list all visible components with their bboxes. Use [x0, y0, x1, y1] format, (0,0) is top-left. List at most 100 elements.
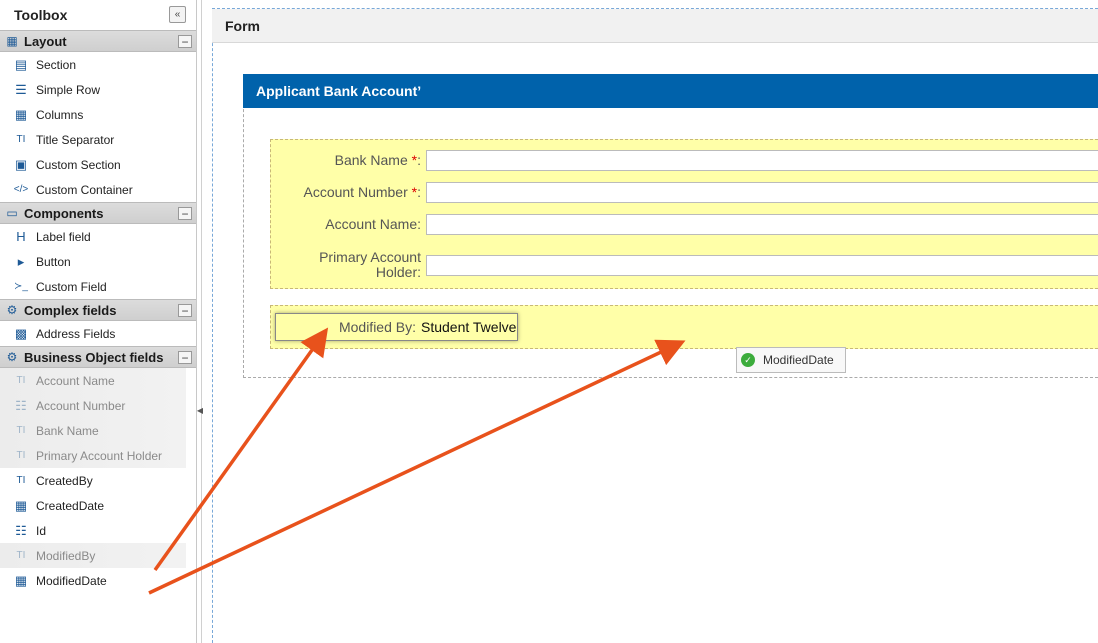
modified-by-field[interactable]: Modified By: Student Twelve [275, 313, 518, 341]
toolbox-item-label: ModifiedDate [36, 573, 107, 588]
toolbox-item-account-name[interactable]: TI Account Name [0, 368, 186, 393]
group-label: Business Object fields [24, 349, 164, 365]
heading-icon: H [16, 229, 26, 244]
toolbox-item-label: Account Name [36, 373, 115, 388]
section-title-bar[interactable]: Applicant Bank Account’ [243, 74, 1098, 108]
toolbox-item-label: Account Number [36, 398, 126, 413]
group-header-layout[interactable]: ▦ Layout − [0, 30, 196, 52]
text-icon: TI [16, 425, 26, 436]
toolbox-header: Toolbox « [0, 0, 196, 30]
toolbox-item-label: Label field [36, 229, 91, 244]
toolbox-item-section[interactable]: ▤ Section [0, 52, 196, 77]
field-row-bank-name: Bank Name *: [271, 150, 1098, 171]
list-icon: ☷ [15, 397, 27, 413]
modified-by-value: Student Twelve [421, 319, 517, 335]
title-icon: TI [16, 134, 26, 145]
toolbox-item-primary-account-holder[interactable]: TI Primary Account Holder [0, 443, 186, 468]
group-header-components[interactable]: ▭ Components − [0, 202, 196, 224]
toolbox-item-label: Title Separator [36, 132, 115, 147]
toolbox-item-label: Id [36, 523, 47, 538]
fields-row-container[interactable]: Bank Name *: Account Number *: Account N… [270, 139, 1098, 289]
toolbox-item-label: CreatedBy [36, 473, 93, 488]
toolbox-item-simple-row[interactable]: ☰ Simple Row [0, 77, 196, 102]
rows-icon: ☰ [15, 81, 27, 97]
toolbox-item-label: ModifiedBy [36, 548, 96, 563]
form-header: Form [212, 9, 1098, 43]
text-icon: TI [16, 550, 26, 561]
toolbox-item-label: Columns [36, 107, 84, 122]
account-name-input[interactable] [426, 214, 1098, 235]
collapse-group-icon[interactable]: − [178, 304, 192, 317]
toolbox-panel: Toolbox « ▦ Layout − ▤ Section ☰ Simple Row ▦ Co… [0, 0, 197, 643]
toolbox-item-label: Primary Account Holder [36, 448, 163, 463]
section-icon: ▤ [14, 56, 28, 72]
table-icon: ▦ [6, 34, 18, 48]
panel-splitter[interactable] [201, 0, 202, 643]
collapse-group-icon[interactable]: − [178, 35, 192, 48]
custom-section-icon: ▣ [14, 156, 28, 172]
toolbox-groups: ▦ Layout − ▤ Section ☰ Simple Row ▦ Columns TI Tit… [0, 30, 196, 593]
field-label: Bank Name *: [334, 152, 421, 168]
toolbox-item-label: Bank Name [36, 423, 99, 438]
list-icon: ☷ [15, 522, 27, 538]
splitter-collapse-icon[interactable]: ◀ [197, 396, 203, 424]
toolbox-item-label: Button [36, 254, 71, 269]
columns-icon: ▦ [14, 106, 28, 122]
group-header-business-object-fields[interactable]: ⚙ Business Object fields − [0, 346, 196, 368]
primary-account-holder-input[interactable] [426, 254, 1098, 276]
calendar-icon: ▦ [14, 572, 28, 588]
bank-name-input[interactable] [426, 150, 1098, 171]
section-title: Applicant Bank Account’ [256, 83, 422, 99]
group-label: Layout [24, 33, 67, 49]
toolbox-item-label: CreatedDate [36, 498, 105, 513]
toolbox-item-label-field[interactable]: H Label field [0, 224, 196, 249]
toolbox-item-label: Address Fields [36, 326, 116, 341]
calendar-icon: ▦ [14, 497, 28, 513]
group-label: Components [24, 205, 104, 221]
toolbox-item-address-fields[interactable]: ▩ Address Fields [0, 321, 196, 346]
field-label: Primary Account Holder: [319, 249, 421, 280]
account-number-input[interactable] [426, 182, 1098, 203]
toolbox-item-title-separator[interactable]: TI Title Separator [0, 127, 196, 152]
group-header-complex-fields[interactable]: ⚙ Complex fields − [0, 299, 196, 321]
code-icon: </> [13, 184, 29, 195]
drag-token-label: ModifiedDate [763, 353, 834, 367]
toolbox-item-modifiedby[interactable]: TI ModifiedBy [0, 543, 186, 568]
form-title: Form [225, 17, 260, 34]
group-label: Complex fields [24, 302, 117, 318]
toolbox-title: Toolbox [14, 7, 68, 23]
toolbox-item-label: Simple Row [36, 82, 101, 97]
collapse-toolbox-button[interactable]: « [169, 6, 186, 23]
toolbox-item-columns[interactable]: ▦ Columns [0, 102, 196, 127]
field-label: Account Name: [325, 216, 421, 232]
toolbox-item-custom-section[interactable]: ▣ Custom Section [0, 152, 196, 177]
toolbox-item-modifieddate[interactable]: ▦ ModifiedDate [0, 568, 196, 593]
terminal-icon: ≻_ [14, 281, 28, 292]
toolbox-item-account-number[interactable]: ☷ Account Number [0, 393, 186, 418]
toolbox-item-custom-container[interactable]: </> Custom Container [0, 177, 196, 202]
field-row-primary-account-holder: Primary Account Holder: [271, 250, 1098, 280]
toolbox-item-label: Custom Container [36, 182, 133, 197]
caret-right-icon: ▸ [17, 253, 25, 269]
modified-by-label: Modified By: [338, 319, 416, 335]
toolbox-item-createdby[interactable]: TI CreatedBy [0, 468, 196, 493]
toolbox-item-id[interactable]: ☷ Id [0, 518, 196, 543]
toolbox-item-label: Section [36, 57, 77, 72]
collapse-group-icon[interactable]: − [178, 351, 192, 364]
field-row-account-number: Account Number *: [271, 182, 1098, 203]
monitor-icon: ▭ [6, 206, 18, 220]
collapse-group-icon[interactable]: − [178, 207, 192, 220]
toolbox-item-label: Custom Field [36, 279, 107, 294]
text-icon: TI [16, 475, 26, 486]
toolbox-item-bank-name[interactable]: TI Bank Name [0, 418, 186, 443]
toolbox-item-custom-field[interactable]: ≻_ Custom Field [0, 274, 196, 299]
address-card-icon: ▩ [14, 325, 28, 341]
field-row-account-name: Account Name: [271, 214, 1098, 235]
toolbox-item-createddate[interactable]: ▦ CreatedDate [0, 493, 196, 518]
gear-icon: ⚙ [6, 350, 18, 364]
check-circle-icon: ✓ [741, 353, 755, 367]
toolbox-item-button[interactable]: ▸ Button [0, 249, 196, 274]
text-icon: TI [16, 450, 26, 461]
toolbox-item-label: Custom Section [36, 157, 121, 172]
drag-token-modified-date[interactable]: ✓ ModifiedDate [736, 347, 846, 373]
